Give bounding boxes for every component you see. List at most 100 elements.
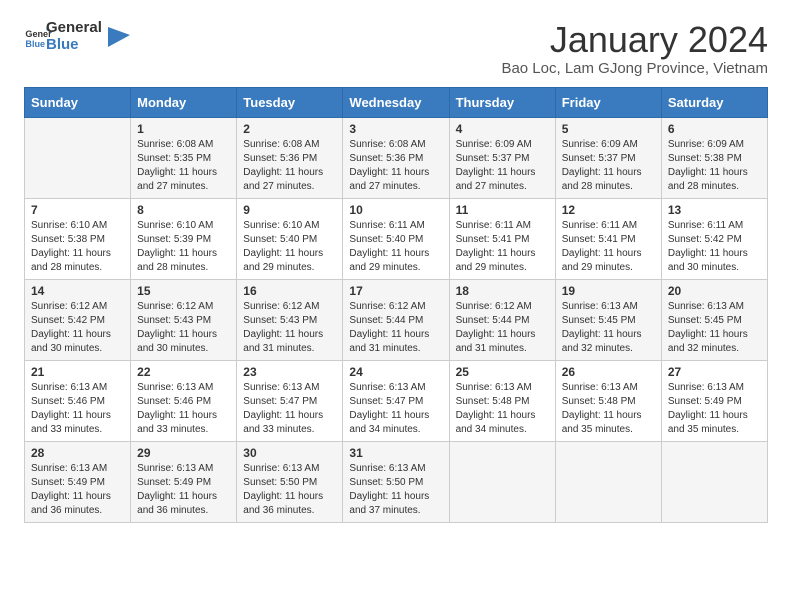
day-number: 1 [137,122,230,136]
calendar-cell: 10 Sunrise: 6:11 AMSunset: 5:40 PMDayligh… [343,198,449,279]
calendar-table: SundayMondayTuesdayWednesdayThursdayFrid… [24,87,768,523]
day-number: 17 [349,284,442,298]
day-info: Sunrise: 6:11 AMSunset: 5:40 PMDaylight:… [349,219,442,275]
header-day-tuesday: Tuesday [237,87,343,117]
calendar-cell: 23 Sunrise: 6:13 AMSunset: 5:47 PMDayligh… [237,360,343,441]
day-number: 21 [31,365,124,379]
day-info: Sunrise: 6:13 AMSunset: 5:49 PMDaylight:… [137,462,230,518]
calendar-week-2: 7 Sunrise: 6:10 AMSunset: 5:38 PMDaylight… [25,198,768,279]
calendar-cell: 14Sunrise: 6:12 AMSunset: 5:42 PMDayligh… [25,279,131,360]
day-number: 13 [668,203,761,217]
day-number: 6 [668,122,761,136]
day-number: 22 [137,365,230,379]
day-number: 12 [562,203,655,217]
day-number: 5 [562,122,655,136]
day-number: 27 [668,365,761,379]
calendar-week-4: 21 Sunrise: 6:13 AMSunset: 5:46 PMDayligh… [25,360,768,441]
day-info: Sunrise: 6:12 AMSunset: 5:43 PMDaylight:… [243,300,336,356]
day-info: Sunrise: 6:13 AMSunset: 5:46 PMDaylight:… [137,381,230,437]
calendar-cell [555,441,661,522]
day-info: Sunrise: 6:08 AMSunset: 5:36 PMDaylight:… [349,138,442,194]
calendar-cell: 25Sunrise: 6:13 AMSunset: 5:48 PMDayligh… [449,360,555,441]
day-info: Sunrise: 6:13 AMSunset: 5:47 PMDaylight:… [243,381,336,437]
calendar-cell: 3Sunrise: 6:08 AMSunset: 5:36 PMDaylight… [343,117,449,198]
calendar-cell: 12 Sunrise: 6:11 AMSunset: 5:41 PMDayligh… [555,198,661,279]
calendar-cell: 27Sunrise: 6:13 AMSunset: 5:49 PMDayligh… [661,360,767,441]
svg-text:Blue: Blue [25,38,45,48]
day-info: Sunrise: 6:10 AMSunset: 5:38 PMDaylight:… [31,219,124,275]
day-info: Sunrise: 6:10 AMSunset: 5:40 PMDaylight:… [243,219,336,275]
calendar-cell: 13 Sunrise: 6:11 AMSunset: 5:42 PMDayligh… [661,198,767,279]
day-info: Sunrise: 6:12 AMSunset: 5:44 PMDaylight:… [456,300,549,356]
day-info: Sunrise: 6:13 AMSunset: 5:46 PMDaylight:… [31,381,124,437]
calendar-cell: 1Sunrise: 6:08 AMSunset: 5:35 PMDaylight… [131,117,237,198]
day-number: 19 [562,284,655,298]
day-number: 29 [137,446,230,460]
day-info: Sunrise: 6:13 AMSunset: 5:49 PMDaylight:… [31,462,124,518]
calendar-cell: 20 Sunrise: 6:13 AMSunset: 5:45 PMDayligh… [661,279,767,360]
day-number: 18 [456,284,549,298]
calendar-cell: 17 Sunrise: 6:12 AMSunset: 5:44 PMDayligh… [343,279,449,360]
calendar-cell: 6Sunrise: 6:09 AMSunset: 5:38 PMDaylight… [661,117,767,198]
day-info: Sunrise: 6:09 AMSunset: 5:37 PMDaylight:… [562,138,655,194]
day-info: Sunrise: 6:13 AMSunset: 5:50 PMDaylight:… [243,462,336,518]
calendar-cell: 30Sunrise: 6:13 AMSunset: 5:50 PMDayligh… [237,441,343,522]
calendar-cell: 8Sunrise: 6:10 AMSunset: 5:39 PMDaylight… [131,198,237,279]
day-info: Sunrise: 6:11 AMSunset: 5:41 PMDaylight:… [562,219,655,275]
header-day-friday: Friday [555,87,661,117]
calendar-cell: 18 Sunrise: 6:12 AMSunset: 5:44 PMDayligh… [449,279,555,360]
calendar-cell: 21 Sunrise: 6:13 AMSunset: 5:46 PMDayligh… [25,360,131,441]
calendar-cell: 2Sunrise: 6:08 AMSunset: 5:36 PMDaylight… [237,117,343,198]
page-title: January 2024 [501,20,768,60]
calendar-body: 1Sunrise: 6:08 AMSunset: 5:35 PMDaylight… [25,117,768,522]
logo-general-text: General [46,20,102,37]
day-number: 11 [456,203,549,217]
calendar-week-1: 1Sunrise: 6:08 AMSunset: 5:35 PMDaylight… [25,117,768,198]
day-number: 2 [243,122,336,136]
calendar-cell: 22 Sunrise: 6:13 AMSunset: 5:46 PMDayligh… [131,360,237,441]
day-number: 24 [349,365,442,379]
day-info: Sunrise: 6:09 AMSunset: 5:37 PMDaylight:… [456,138,549,194]
day-number: 9 [243,203,336,217]
day-number: 10 [349,203,442,217]
calendar-cell: 15 Sunrise: 6:12 AMSunset: 5:43 PMDayligh… [131,279,237,360]
calendar-week-3: 14Sunrise: 6:12 AMSunset: 5:42 PMDayligh… [25,279,768,360]
day-number: 4 [456,122,549,136]
calendar-cell: 26 Sunrise: 6:13 AMSunset: 5:48 PMDayligh… [555,360,661,441]
calendar-cell: 9 Sunrise: 6:10 AMSunset: 5:40 PMDaylight… [237,198,343,279]
day-info: Sunrise: 6:12 AMSunset: 5:42 PMDaylight:… [31,300,124,356]
day-info: Sunrise: 6:11 AMSunset: 5:42 PMDaylight:… [668,219,761,275]
calendar-cell: 16 Sunrise: 6:12 AMSunset: 5:43 PMDayligh… [237,279,343,360]
header-day-thursday: Thursday [449,87,555,117]
day-number: 16 [243,284,336,298]
day-number: 15 [137,284,230,298]
calendar-cell [661,441,767,522]
day-info: Sunrise: 6:13 AMSunset: 5:48 PMDaylight:… [562,381,655,437]
day-info: Sunrise: 6:13 AMSunset: 5:45 PMDaylight:… [562,300,655,356]
calendar-cell: 4 Sunrise: 6:09 AMSunset: 5:37 PMDaylight… [449,117,555,198]
header-day-wednesday: Wednesday [343,87,449,117]
day-number: 25 [456,365,549,379]
day-number: 7 [31,203,124,217]
day-number: 23 [243,365,336,379]
calendar-cell [449,441,555,522]
calendar-cell: 29 Sunrise: 6:13 AMSunset: 5:49 PMDayligh… [131,441,237,522]
calendar-cell: 11Sunrise: 6:11 AMSunset: 5:41 PMDayligh… [449,198,555,279]
day-info: Sunrise: 6:12 AMSunset: 5:44 PMDaylight:… [349,300,442,356]
day-number: 28 [31,446,124,460]
day-info: Sunrise: 6:12 AMSunset: 5:43 PMDaylight:… [137,300,230,356]
day-number: 20 [668,284,761,298]
calendar-week-5: 28 Sunrise: 6:13 AMSunset: 5:49 PMDayligh… [25,441,768,522]
calendar-cell: 5 Sunrise: 6:09 AMSunset: 5:37 PMDaylight… [555,117,661,198]
day-info: Sunrise: 6:13 AMSunset: 5:45 PMDaylight:… [668,300,761,356]
logo: General Blue General Blue [24,20,130,53]
day-info: Sunrise: 6:10 AMSunset: 5:39 PMDaylight:… [137,219,230,275]
day-info: Sunrise: 6:13 AMSunset: 5:50 PMDaylight:… [349,462,442,518]
calendar-cell: 28 Sunrise: 6:13 AMSunset: 5:49 PMDayligh… [25,441,131,522]
day-number: 26 [562,365,655,379]
page-subtitle: Bao Loc, Lam GJong Province, Vietnam [501,60,768,77]
day-number: 31 [349,446,442,460]
logo-arrow-icon [108,19,130,49]
title-section: January 2024 Bao Loc, Lam GJong Province… [501,20,768,77]
calendar-cell [25,117,131,198]
